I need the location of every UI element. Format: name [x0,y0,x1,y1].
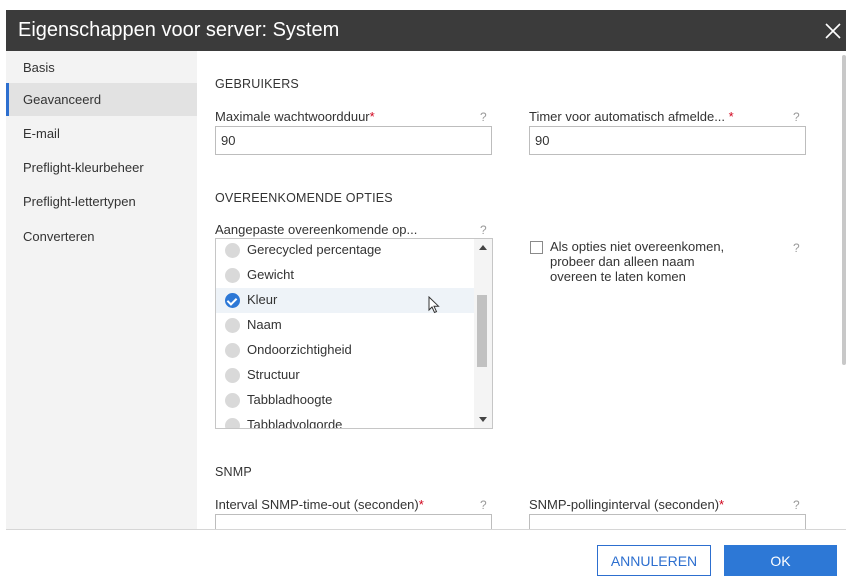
sidebar-item-converteren[interactable]: Converteren [6,220,197,253]
name-only-checkbox[interactable] [530,241,543,254]
snmp-timeout-label-text: Interval SNMP-time-out (seconden) [215,497,419,512]
list-item-label: Ondoorzichtigheid [247,342,352,357]
section-heading-snmp: SNMP [215,465,252,479]
sidebar-item-preflight-lettertypen[interactable]: Preflight-lettertypen [6,185,197,218]
unchecked-circle-icon [225,268,240,283]
help-icon[interactable]: ? [793,241,800,255]
list-item[interactable]: Ondoorzichtigheid [216,338,475,363]
snmp-polling-label-text: SNMP-pollinginterval (seconden) [529,497,720,512]
required-mark: * [728,109,734,124]
unchecked-circle-icon [225,318,240,333]
sidebar-item-label: Converteren [23,229,95,244]
checked-circle-icon [225,293,240,308]
list-item[interactable]: Structuur [216,363,475,388]
unchecked-circle-icon [225,393,240,408]
close-icon[interactable] [820,18,846,44]
sidebar-nav: Basis Geavanceerd E-mail Preflight-kleur… [6,51,197,529]
name-only-line: Als opties niet overeenkomen, [550,239,725,254]
snmp-polling-label: SNMP-pollinginterval (seconden)* [529,497,724,512]
settings-panel: GEBRUIKERS Maximale wachtwoordduur* ? 90… [197,51,830,529]
logout-timer-label-text: Timer voor automatisch afmelde... [529,109,726,124]
help-icon[interactable]: ? [480,498,487,512]
mouse-pointer-icon [428,295,440,314]
dialog-footer: ANNULEREN OK [6,529,846,583]
dialog-titlebar: Eigenschappen voor server: System [6,10,846,51]
logout-timer-value: 90 [535,133,550,148]
cancel-button[interactable]: ANNULEREN [597,545,711,576]
help-icon[interactable]: ? [793,110,800,124]
list-item-label: Structuur [247,367,300,382]
scroll-thumb[interactable] [842,55,846,365]
help-icon[interactable]: ? [480,110,487,124]
scroll-up-arrow-icon[interactable] [479,245,487,250]
required-mark: * [719,497,725,512]
list-item-label: Gewicht [247,267,294,282]
logout-timer-label: Timer voor automatisch afmelde... * [529,109,734,124]
cancel-button-label: ANNULEREN [610,553,698,569]
unchecked-circle-icon [225,368,240,383]
snmp-polling-input[interactable]: 10 [529,514,806,529]
name-only-line: overeen te laten komen [550,269,686,284]
list-scrollbar[interactable] [474,239,492,428]
list-item-label: Gerecycled percentage [247,242,382,257]
sidebar-item-label: Basis [23,60,55,75]
sidebar-item-label: E-mail [23,126,60,141]
max-password-label-text: Maximale wachtwoordduur [215,109,370,124]
list-item-label: Kleur [247,292,278,307]
section-heading-users: GEBRUIKERS [215,77,299,91]
logout-timer-input[interactable]: 90 [529,126,806,155]
section-heading-matching: OVEREENKOMENDE OPTIES [215,191,393,205]
scroll-down-arrow-icon[interactable] [479,417,487,422]
help-icon[interactable]: ? [480,223,487,237]
scroll-thumb[interactable] [477,295,487,367]
max-password-input[interactable]: 90 [215,126,492,155]
sidebar-item-geavanceerd[interactable]: Geavanceerd [6,83,197,116]
ok-button[interactable]: OK [724,545,837,576]
list-item[interactable]: Tabbladvolgorde [216,413,475,429]
max-password-label: Maximale wachtwoordduur* [215,109,375,124]
sidebar-item-label: Preflight-lettertypen [23,194,136,209]
sidebar-item-label: Preflight-kleurbeheer [23,160,144,175]
required-mark: * [369,109,375,124]
sidebar-item-label: Geavanceerd [23,92,102,107]
ok-button-label: OK [770,553,791,569]
unchecked-circle-icon [225,243,240,258]
required-mark: * [418,497,424,512]
max-password-value: 90 [221,133,236,148]
sidebar-item-preflight-kleurbeheer[interactable]: Preflight-kleurbeheer [6,151,197,184]
name-only-line: probeer dan alleen naam [550,254,695,269]
name-only-label: Als opties niet overeenkomen, probeer da… [550,239,770,284]
sidebar-item-basis[interactable]: Basis [6,51,197,84]
list-item[interactable]: Tabbladhoogte [216,388,475,413]
list-item[interactable]: Gewicht [216,263,475,288]
dialog-title: Eigenschappen voor server: System [18,19,340,41]
unchecked-circle-icon [225,418,240,428]
list-item-label: Tabbladhoogte [247,392,333,407]
list-item-label: Naam [247,317,282,332]
snmp-timeout-label: Interval SNMP-time-out (seconden)* [215,497,424,512]
content-scrollbar[interactable] [830,51,846,529]
matching-options-list[interactable]: Gerecycled percentage Gewicht Kleur Naam… [215,238,493,429]
snmp-timeout-input[interactable]: 3 [215,514,492,529]
list-item[interactable]: Naam [216,313,475,338]
list-item[interactable]: Gerecycled percentage [216,239,475,263]
matching-list-label: Aangepaste overeenkomende op... [215,222,418,237]
help-icon[interactable]: ? [793,498,800,512]
sidebar-item-email[interactable]: E-mail [6,117,197,150]
unchecked-circle-icon [225,343,240,358]
list-item-label: Tabbladvolgorde [247,417,343,429]
